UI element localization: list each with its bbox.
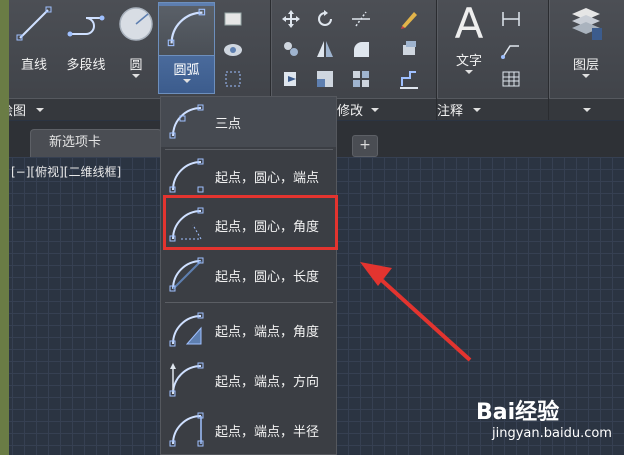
line-tool[interactable]: 直线 [14,4,54,73]
text-tool[interactable]: A 文字 [447,0,491,74]
annotation-panel-title[interactable]: 注释 [437,98,548,120]
annotation-panel-caret-icon [473,108,482,112]
arc-start-center-end-icon [169,158,204,193]
arc-option-start-center-length[interactable]: 起点，圆心，长度 [161,250,336,300]
layers-tool[interactable]: 图层 [562,4,610,78]
menu-divider [165,302,333,303]
text-label: 文字 [455,54,482,69]
modify-panel-caret-icon [371,108,380,112]
polyline-label: 多段线 [66,58,106,73]
draw-panel-caret-icon [36,108,45,112]
watermark-url: jingyan.baidu.com [492,426,612,441]
polyline-tool[interactable]: 多段线 [62,4,110,73]
arc-start-center-length-icon [169,257,204,292]
mirror-icon[interactable] [314,38,336,60]
arc-option-label: 起点，圆心，端点 [215,170,320,186]
window-edge [0,0,9,455]
arc-option-start-end-angle[interactable]: 起点，端点，角度 [161,305,336,355]
viewport-controls[interactable]: [−][俯视][二维线框] [11,163,121,180]
hatch-icon[interactable] [222,38,244,60]
text-a-icon: A [454,0,484,48]
leader-icon[interactable] [500,38,522,60]
circle-label: 圆 [129,58,143,73]
polyline-icon [67,15,105,37]
arc-icon [167,8,205,47]
layers-icon [572,8,602,40]
draw-panel-title[interactable]: 绘图 [0,98,160,120]
stretch-icon[interactable] [280,68,302,90]
arc-option-label: 起点，端点，方向 [215,374,320,390]
arc-label: 圆弧 [173,63,200,78]
highlight-box [163,195,338,250]
modify-panel-title[interactable]: 修改 [337,98,436,120]
region-icon[interactable] [222,68,244,90]
circle-tool[interactable]: 圆 [116,4,156,78]
arc-option-label: 起点，端点，半径 [215,424,320,440]
layers-panel-caret-icon [582,108,591,112]
move-icon[interactable] [280,8,302,30]
text-dropdown-icon[interactable] [465,70,473,74]
circle-icon [119,7,153,41]
explode-icon[interactable] [398,38,420,60]
arc-tool[interactable]: 圆弧 [158,2,215,94]
arc-start-end-radius-icon [169,412,204,447]
table-icon[interactable] [500,68,522,90]
arc-option-label: 三点 [215,116,242,132]
arc-option-three-point[interactable]: 三点 [161,97,336,147]
arc-option-label: 起点，端点，角度 [215,324,320,340]
arc-start-end-direction-icon [169,362,204,397]
rotate-icon[interactable] [314,8,336,30]
modify-panel-title-text: 修改 [337,104,364,119]
offset-icon[interactable] [398,68,420,90]
arc-dropdown-icon[interactable] [182,79,191,83]
arc-option-label: 起点，圆心，长度 [215,269,320,285]
erase-icon[interactable] [398,8,420,30]
tab-new[interactable]: 新选项卡 [30,129,162,157]
watermark-logo: Bai经验 [476,400,560,425]
add-tab-button[interactable]: + [352,135,378,157]
copy-icon[interactable] [280,38,302,60]
layers-dropdown-icon[interactable] [582,74,590,78]
layers-panel-title[interactable] [549,98,624,120]
annotation-panel-title-text: 注释 [437,104,464,119]
trim-icon[interactable] [350,8,372,30]
circle-dropdown-icon[interactable] [132,74,140,78]
arc-option-start-center-end[interactable]: 起点，圆心，端点 [161,151,336,201]
layers-label: 图层 [572,58,599,73]
line-icon [16,6,52,41]
line-label: 直线 [20,58,47,73]
arc-dropdown-menu: 三点 起点，圆心，端点 起点，圆心，角度 起点，圆心，长度 起点，端点，角度 起… [160,96,337,455]
arc-start-end-angle-icon [169,312,204,347]
menu-divider [165,149,333,150]
dimension-icon[interactable] [500,8,522,30]
arc-option-start-end-radius[interactable]: 起点，端点，半径 [161,405,336,455]
rectangle-icon[interactable] [222,8,244,30]
arc-option-start-end-direction[interactable]: 起点，端点，方向 [161,355,336,405]
scale-icon[interactable] [314,68,336,90]
arc-three-point-icon [169,104,204,139]
fillet-icon[interactable] [350,38,372,60]
array-icon[interactable] [350,68,372,90]
